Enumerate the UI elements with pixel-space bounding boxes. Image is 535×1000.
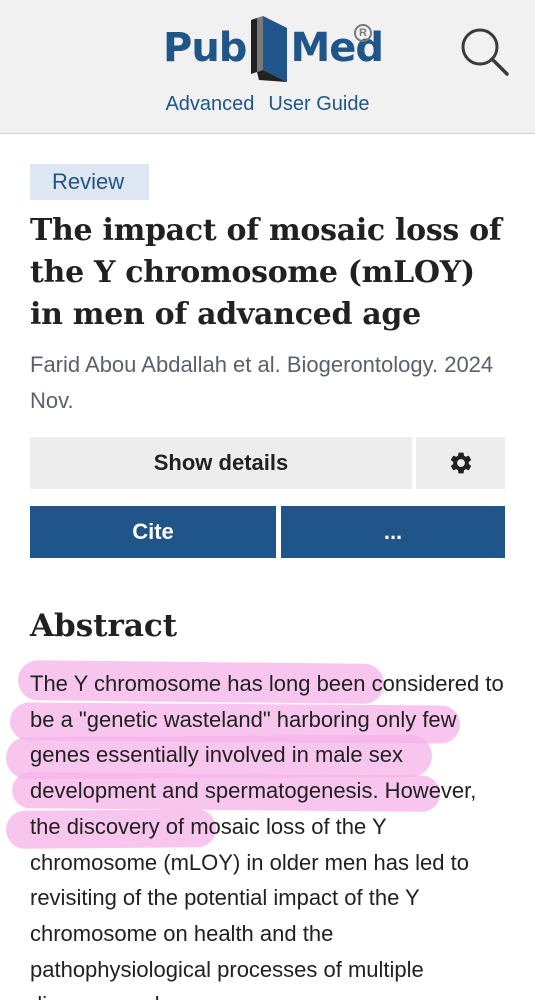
settings-button[interactable] — [416, 437, 505, 489]
abstract-heading: Abstract — [30, 608, 178, 644]
article-title: The impact of mosaic loss of the Y chrom… — [30, 213, 502, 332]
details-row: Show details — [30, 437, 505, 489]
search-button[interactable] — [459, 26, 511, 78]
advanced-search-link[interactable]: Advanced — [165, 93, 254, 116]
cite-row: Cite ... — [30, 506, 505, 558]
pubmed-header: Pub Med R Advanced User Guide — [0, 0, 535, 134]
user-guide-link[interactable]: User Guide — [268, 93, 369, 116]
logo-text-pub: Pub — [163, 25, 247, 71]
gear-icon — [450, 452, 471, 474]
pubmed-logo[interactable]: Pub Med — [163, 14, 384, 84]
more-actions-button[interactable]: ... — [281, 506, 505, 558]
show-details-button[interactable]: Show details — [30, 437, 412, 489]
registered-mark: R — [354, 24, 372, 42]
book-logo-icon — [251, 16, 288, 82]
search-icon — [461, 28, 509, 76]
abstract-remaining-text: . However, the discovery of mosaic loss … — [30, 778, 477, 1000]
cite-button[interactable]: Cite — [30, 506, 276, 558]
article-type-badge: Review — [30, 164, 149, 200]
authors-citation[interactable]: Farid Abou Abdallah et al. Biogerontolog… — [30, 347, 510, 419]
abstract-body: The Y chromosome has long been considere… — [30, 666, 510, 1000]
header-links: Advanced User Guide — [0, 93, 535, 116]
